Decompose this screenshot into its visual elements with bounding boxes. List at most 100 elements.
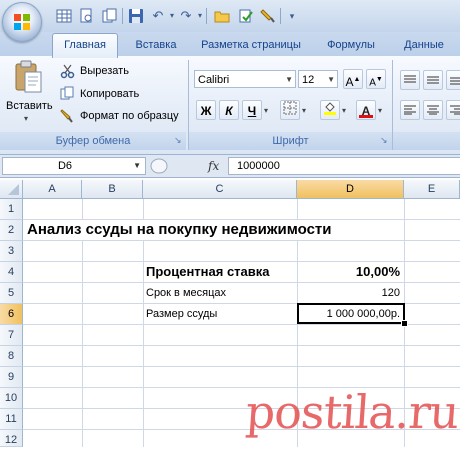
- active-cell-border: [297, 303, 405, 324]
- align-left-button[interactable]: [400, 100, 420, 120]
- align-right-icon: [450, 105, 460, 115]
- shrink-font-button[interactable]: A▼: [366, 69, 386, 89]
- grid-line: [23, 345, 460, 346]
- row-header-12[interactable]: 12: [0, 430, 23, 447]
- tab-home[interactable]: Главная: [52, 33, 118, 58]
- row-header-5[interactable]: 5: [0, 283, 23, 304]
- tab-formulas[interactable]: Формулы: [318, 35, 384, 55]
- font-launcher-icon[interactable]: ↘: [380, 136, 389, 145]
- column-header-b[interactable]: B: [82, 180, 143, 199]
- spelling-icon[interactable]: [238, 8, 254, 24]
- cell-c4[interactable]: Процентная ставка: [146, 261, 270, 282]
- row-header-10[interactable]: 10: [0, 388, 23, 409]
- column-header-d[interactable]: D: [297, 180, 404, 199]
- copy-button[interactable]: Копировать: [80, 88, 139, 100]
- borders-dropdown-icon[interactable]: ▾: [302, 106, 306, 115]
- format-painter-icon[interactable]: [260, 8, 276, 24]
- format-painter-brush-icon[interactable]: [60, 108, 75, 123]
- customize-icon[interactable]: ▾: [284, 8, 300, 24]
- paste-dropdown-icon[interactable]: ▾: [24, 114, 28, 123]
- alignment-group-label: [393, 132, 460, 150]
- expand-formula-icon[interactable]: [150, 158, 168, 174]
- insert-function-button[interactable]: fx: [208, 157, 219, 175]
- bold-button[interactable]: Ж: [196, 100, 216, 120]
- copy-doc-icon[interactable]: [102, 8, 118, 24]
- align-lines-icon: [427, 76, 439, 84]
- align-center-icon: [427, 105, 439, 115]
- grow-font-label: A: [345, 75, 354, 89]
- align-right-button[interactable]: [446, 100, 460, 120]
- underline-dropdown-icon[interactable]: ▾: [264, 106, 268, 115]
- cell-c5[interactable]: Срок в месяцах: [146, 283, 226, 304]
- fill-color-dropdown-icon[interactable]: ▾: [342, 106, 346, 115]
- tab-insert[interactable]: Вставка: [126, 35, 186, 55]
- save-icon[interactable]: [128, 8, 144, 24]
- tab-data[interactable]: Данные: [392, 35, 456, 55]
- name-box-value: D6: [57, 160, 73, 172]
- font-color-button[interactable]: A: [356, 100, 376, 120]
- print-preview-icon[interactable]: [78, 8, 94, 24]
- cell-c6[interactable]: Размер ссуды: [146, 304, 217, 325]
- formula-buttons: fx: [150, 157, 226, 175]
- column-header-c[interactable]: C: [143, 180, 297, 199]
- fill-color-button[interactable]: [320, 100, 340, 120]
- clipboard-group-label: Буфер обмена: [0, 132, 186, 150]
- clipboard-launcher-icon[interactable]: ↘: [174, 136, 183, 145]
- align-center-button[interactable]: [423, 100, 443, 120]
- font-color-swatch: [359, 115, 373, 118]
- align-left-icon: [404, 105, 416, 115]
- paste-button[interactable]: Вставить: [6, 100, 53, 112]
- grow-font-button[interactable]: A▲: [343, 69, 363, 89]
- borders-button[interactable]: [280, 100, 300, 120]
- cell-d5[interactable]: 120: [298, 283, 400, 304]
- scissors-icon[interactable]: [60, 64, 75, 79]
- row-header-11[interactable]: 11: [0, 409, 23, 430]
- format-painter-button[interactable]: Формат по образцу: [80, 110, 179, 122]
- font-size-value: 12: [302, 74, 315, 86]
- row-header-3[interactable]: 3: [0, 241, 23, 262]
- paste-icon[interactable]: [12, 60, 44, 96]
- separator: [280, 8, 281, 24]
- align-lines-icon: [450, 77, 460, 85]
- column-header-a[interactable]: A: [23, 180, 82, 199]
- align-lines-icon: [404, 75, 416, 83]
- separator: [206, 8, 207, 24]
- row-header-1[interactable]: 1: [0, 199, 23, 220]
- cut-button[interactable]: Вырезать: [80, 65, 129, 77]
- formula-input[interactable]: 1000000: [228, 157, 460, 175]
- select-all-corner[interactable]: [0, 180, 23, 199]
- borders-icon: [283, 101, 297, 115]
- font-color-dropdown-icon[interactable]: ▾: [378, 106, 382, 115]
- row-header-6[interactable]: 6: [0, 304, 23, 325]
- align-top-button[interactable]: [400, 70, 420, 90]
- column-header-e[interactable]: E: [404, 180, 460, 199]
- grid-line: [23, 366, 460, 367]
- shrink-font-label: A: [369, 77, 376, 89]
- chevron-down-icon: ▼: [133, 161, 141, 170]
- paint-bucket-icon: [324, 102, 336, 115]
- name-box[interactable]: D6 ▼: [2, 157, 146, 175]
- grid-line: [23, 240, 460, 241]
- align-bottom-button[interactable]: [446, 70, 460, 90]
- office-logo-icon: [14, 14, 30, 30]
- align-middle-button[interactable]: [423, 70, 443, 90]
- copy-icon[interactable]: [60, 86, 75, 101]
- row-header-8[interactable]: 8: [0, 346, 23, 367]
- cell-a2-title[interactable]: Анализ ссуды на покупку недвижимости: [27, 219, 331, 240]
- italic-button[interactable]: К: [219, 100, 239, 120]
- chevron-down-icon: ▼: [285, 75, 293, 84]
- row-header-7[interactable]: 7: [0, 325, 23, 346]
- grid-view-icon[interactable]: [56, 8, 72, 24]
- office-button[interactable]: [2, 2, 42, 42]
- fill-handle[interactable]: [401, 320, 408, 327]
- font-size-select[interactable]: 12 ▼: [298, 70, 338, 88]
- cell-d4[interactable]: 10,00%: [298, 261, 400, 282]
- row-header-4[interactable]: 4: [0, 262, 23, 283]
- font-group-label: Шрифт: [189, 132, 392, 150]
- tab-page-layout[interactable]: Разметка страницы: [192, 35, 310, 55]
- underline-button[interactable]: Ч: [242, 100, 262, 120]
- open-folder-icon[interactable]: [214, 8, 230, 24]
- row-header-9[interactable]: 9: [0, 367, 23, 388]
- row-header-2[interactable]: 2: [0, 220, 23, 241]
- font-name-select[interactable]: Calibri ▼: [194, 70, 296, 88]
